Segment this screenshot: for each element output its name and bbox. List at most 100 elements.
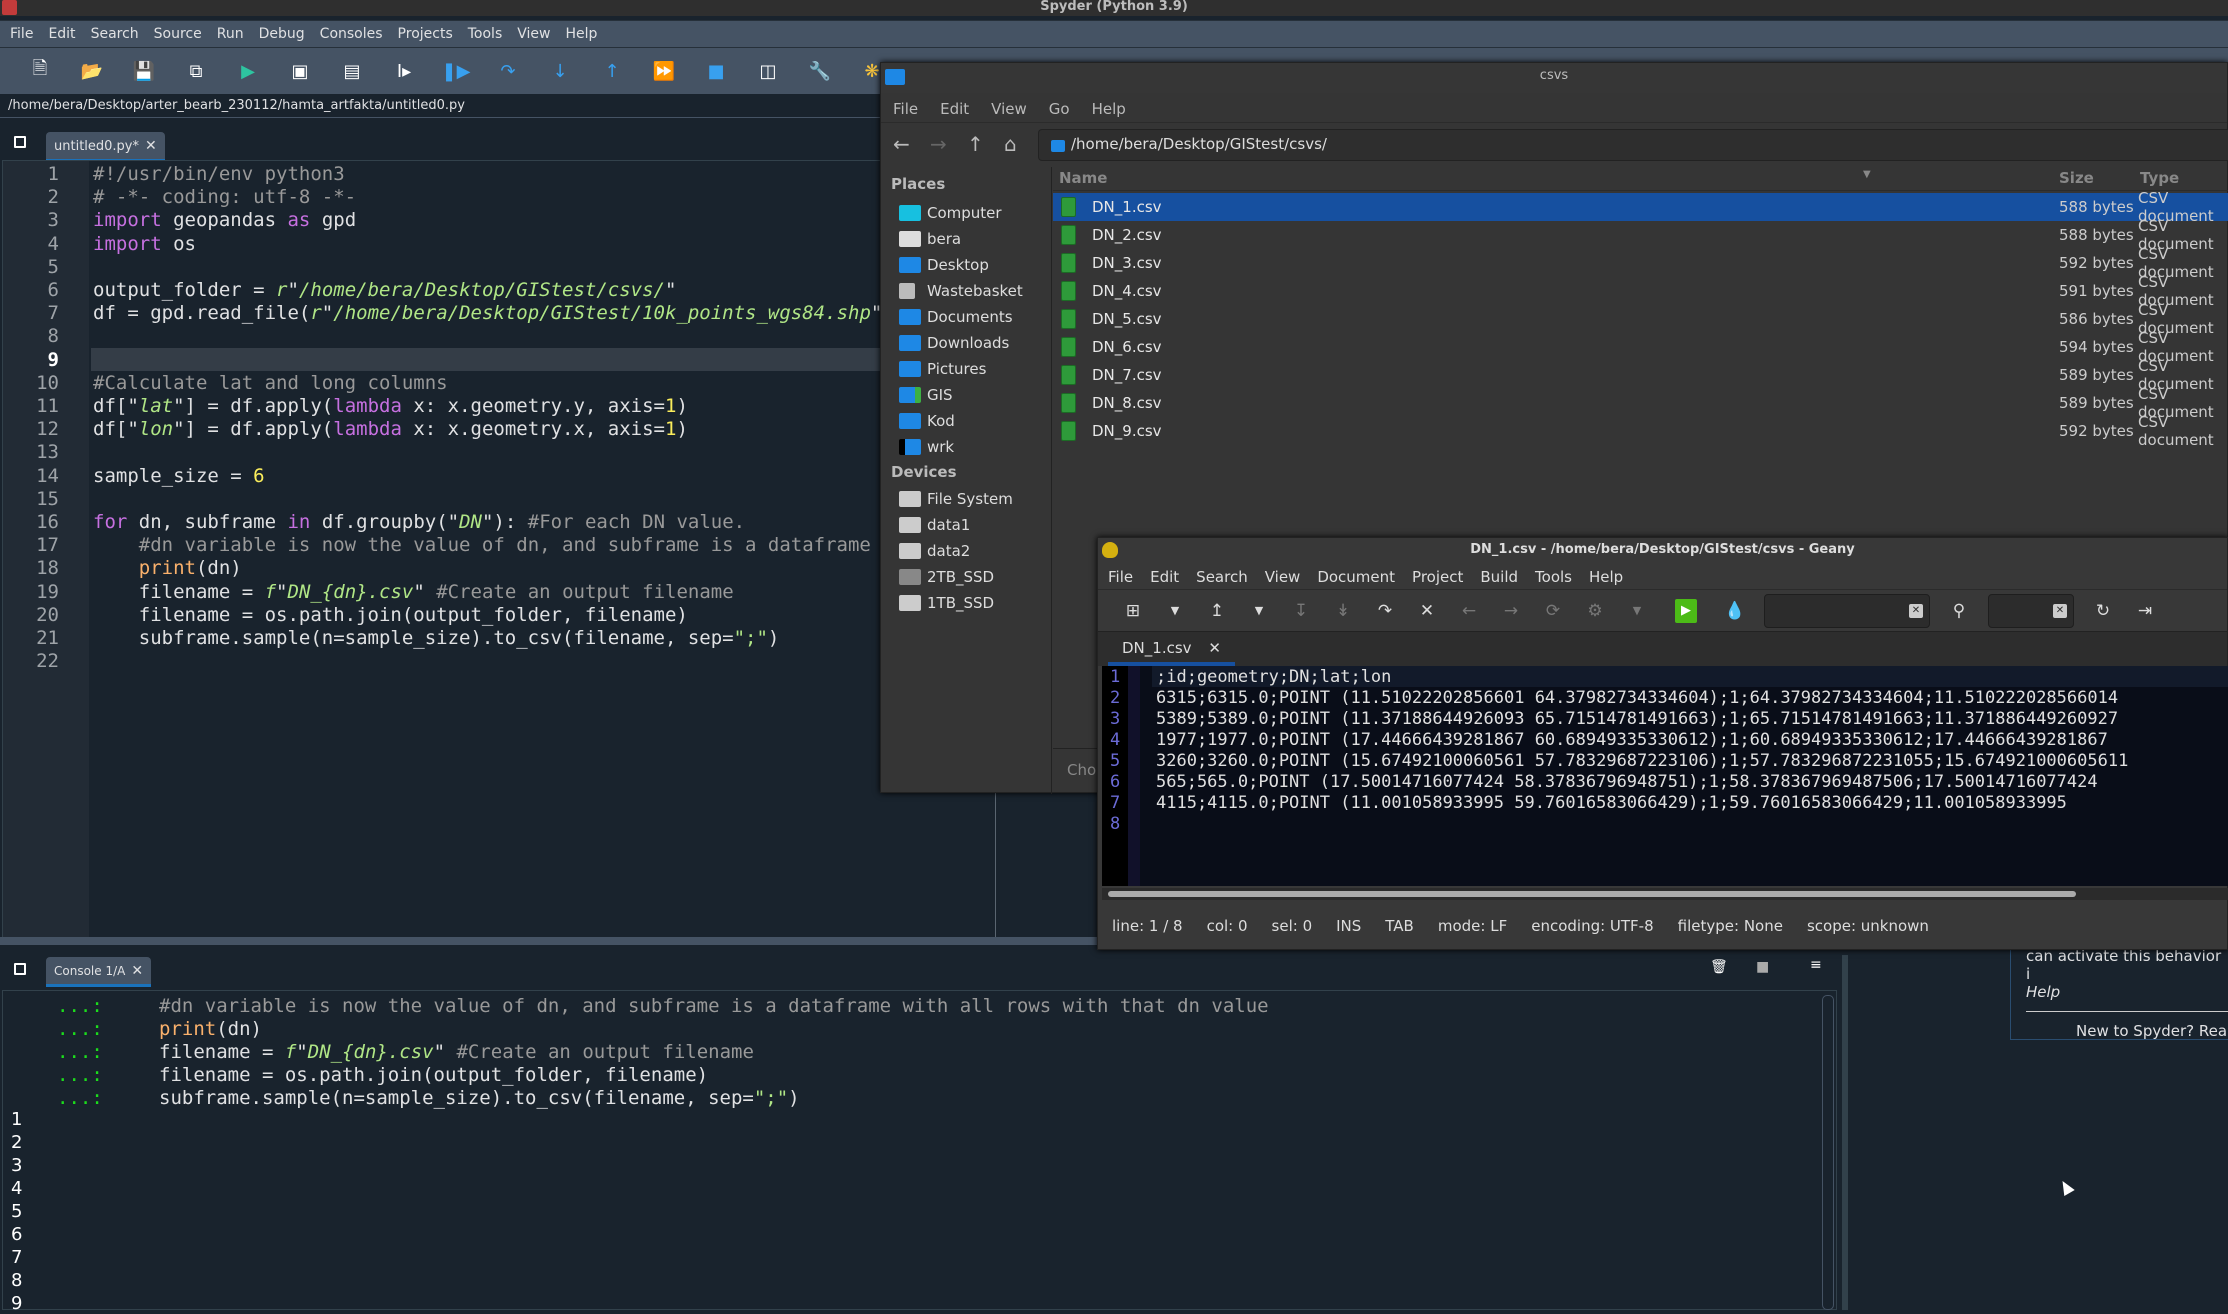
pane-options-icon[interactable] bbox=[14, 136, 26, 148]
code-line[interactable]: import geopandas as gpd bbox=[93, 209, 356, 231]
run-cell-icon[interactable]: ▣ bbox=[274, 56, 326, 86]
menu-edit[interactable]: Edit bbox=[48, 26, 75, 42]
geany-menu-file[interactable]: File bbox=[1108, 568, 1133, 586]
csv-line[interactable]: 565;565.0;POINT (17.50014716077424 58.37… bbox=[1156, 772, 2098, 792]
menu-file[interactable]: File bbox=[10, 26, 33, 42]
new-file-icon[interactable]: 🗎 bbox=[14, 56, 66, 86]
device-file-system[interactable]: File System bbox=[899, 487, 1013, 511]
scrollbar-thumb[interactable] bbox=[1108, 891, 2076, 897]
new-to-spyder-link[interactable]: New to Spyder? Rea bbox=[2026, 1011, 2228, 1040]
file-row[interactable]: DN_1.csv 588 bytes CSV document bbox=[1053, 189, 2228, 225]
place-kod[interactable]: Kod bbox=[899, 409, 955, 433]
menu-run[interactable]: Run bbox=[217, 26, 244, 42]
place-computer[interactable]: Computer bbox=[899, 201, 1002, 225]
step-into-icon[interactable]: ↓ bbox=[534, 56, 586, 86]
home-icon[interactable]: ⌂ bbox=[1004, 132, 1041, 156]
menu-tools[interactable]: Tools bbox=[468, 26, 503, 42]
menu-source[interactable]: Source bbox=[154, 26, 202, 42]
fm-menu-help[interactable]: Help bbox=[1092, 100, 1126, 118]
stop-icon[interactable]: ■ bbox=[690, 56, 742, 86]
save-icon[interactable]: ↧ bbox=[1280, 601, 1322, 621]
tab-untitled0[interactable]: untitled0.py* ✕ bbox=[46, 132, 165, 162]
close-file-icon[interactable]: ✕ bbox=[1406, 601, 1448, 621]
step-return-icon[interactable]: ↑ bbox=[586, 56, 638, 86]
device-2tb-ssd[interactable]: 2TB_SSD bbox=[899, 565, 994, 589]
device-1tb-ssd[interactable]: 1TB_SSD bbox=[899, 591, 994, 615]
geany-menu-edit[interactable]: Edit bbox=[1150, 568, 1179, 586]
nav-back-icon[interactable]: ← bbox=[1448, 601, 1490, 621]
geany-menu-search[interactable]: Search bbox=[1196, 568, 1248, 586]
code-line[interactable]: #!/usr/bin/env python3 bbox=[93, 163, 345, 185]
compile-icon[interactable]: ⟳ bbox=[1532, 601, 1574, 621]
new-file-icon[interactable]: ⊞ bbox=[1112, 601, 1154, 621]
quit-icon[interactable]: ⇥ bbox=[2124, 601, 2166, 621]
place-wrk[interactable]: wrk bbox=[899, 435, 954, 459]
file-row[interactable]: DN_4.csv 591 bytes CSV document bbox=[1053, 273, 2228, 309]
right-pane-splitter[interactable] bbox=[1842, 955, 1848, 1310]
csv-line[interactable]: 4115;4115.0;POINT (11.001058933995 59.76… bbox=[1156, 793, 2067, 813]
color-chooser-icon[interactable]: 💧 bbox=[1714, 601, 1756, 621]
run-icon[interactable]: ▶ bbox=[222, 56, 274, 86]
geany-menu-build[interactable]: Build bbox=[1480, 568, 1518, 586]
csv-line[interactable]: 6315;6315.0;POINT (11.51022202856601 64.… bbox=[1156, 688, 2118, 708]
clear-search-icon[interactable]: ✕ bbox=[1909, 603, 1923, 618]
debug-icon[interactable]: ❚▶ bbox=[430, 56, 482, 86]
place-gis[interactable]: GIS bbox=[899, 383, 953, 407]
csv-line[interactable]: 3260;3260.0;POINT (15.67492100060561 57.… bbox=[1156, 751, 2128, 771]
device-data1[interactable]: data1 bbox=[899, 513, 970, 537]
file-row[interactable]: DN_8.csv 589 bytes CSV document bbox=[1053, 385, 2228, 421]
place-wastebasket[interactable]: Wastebasket bbox=[899, 279, 1023, 303]
menu-projects[interactable]: Projects bbox=[398, 26, 453, 42]
clear-goto-icon[interactable]: ✕ bbox=[2053, 603, 2067, 618]
place-bera[interactable]: bera bbox=[899, 227, 961, 251]
file-row[interactable]: DN_6.csv 594 bytes CSV document bbox=[1053, 329, 2228, 365]
execute-icon[interactable]: ▶ bbox=[1675, 598, 1697, 623]
open-icon[interactable]: ↥ bbox=[1196, 601, 1238, 621]
interrupt-kernel-icon[interactable]: ■ bbox=[1756, 959, 1769, 975]
column-name[interactable]: Name bbox=[1059, 169, 1107, 187]
maximize-pane-icon[interactable]: ◫ bbox=[742, 56, 794, 86]
place-pictures[interactable]: Pictures bbox=[899, 357, 986, 381]
column-size[interactable]: Size bbox=[2059, 169, 2094, 187]
close-console-icon[interactable]: ✕ bbox=[131, 963, 143, 979]
place-documents[interactable]: Documents bbox=[899, 305, 1013, 329]
wrench-icon[interactable]: 🔧 bbox=[794, 56, 846, 86]
horizontal-scrollbar[interactable] bbox=[1102, 888, 2228, 900]
step-over-icon[interactable]: ↷ bbox=[482, 56, 534, 86]
geany-editor[interactable]: 12345678 ;id;geometry;DN;lat;lon 6315;631… bbox=[1102, 666, 2228, 886]
code-line[interactable]: subframe.sample(n=sample_size).to_csv(fi… bbox=[93, 627, 780, 649]
goto-line-icon[interactable]: ↻ bbox=[2082, 601, 2124, 621]
run-selection-icon[interactable]: I▸ bbox=[378, 56, 430, 86]
code-line[interactable]: df = gpd.read_file(r"/home/bera/Desktop/… bbox=[93, 302, 894, 324]
file-row[interactable]: DN_3.csv 592 bytes CSV document bbox=[1053, 245, 2228, 281]
menu-view[interactable]: View bbox=[517, 26, 550, 42]
ipython-console[interactable]: ...: #dn variable is now the value of dn,… bbox=[2, 990, 1837, 1314]
file-row[interactable]: DN_5.csv 586 bytes CSV document bbox=[1053, 301, 2228, 337]
fm-menu-file[interactable]: File bbox=[893, 100, 918, 118]
code-line[interactable]: filename = os.path.join(output_folder, f… bbox=[93, 604, 688, 626]
goto-line-input[interactable]: ✕ bbox=[1988, 593, 2074, 628]
code-line[interactable]: # -*- coding: utf-8 -*- bbox=[93, 186, 356, 208]
geany-menu-tools[interactable]: Tools bbox=[1535, 568, 1572, 586]
help-link[interactable]: Help bbox=[2026, 983, 2228, 1001]
location-bar[interactable]: /home/bera/Desktop/GIStest/csvs/ bbox=[1038, 129, 2228, 161]
clear-console-icon[interactable]: 🗑 bbox=[1710, 959, 1728, 975]
back-arrow-icon[interactable]: ← bbox=[893, 132, 930, 156]
place-desktop[interactable]: Desktop bbox=[899, 253, 989, 277]
tab-dn-1-csv[interactable]: DN_1.csv ✕ bbox=[1108, 632, 1235, 666]
console-scrollbar[interactable] bbox=[1822, 995, 1834, 1310]
continue-icon[interactable]: ⏩ bbox=[638, 56, 690, 86]
menu-search[interactable]: Search bbox=[91, 26, 139, 42]
geany-menu-document[interactable]: Document bbox=[1317, 568, 1395, 586]
code-line[interactable]: df["lon"] = df.apply(lambda x: x.geometr… bbox=[93, 418, 688, 440]
csv-line[interactable]: ;id;geometry;DN;lat;lon bbox=[1156, 667, 1391, 687]
build-dropdown-icon[interactable]: ▼ bbox=[1616, 604, 1658, 617]
save-file-icon[interactable]: 💾 bbox=[118, 56, 170, 86]
save-all-icon[interactable]: ↡ bbox=[1322, 601, 1364, 621]
code-editor[interactable]: 1 2 3 4 5 6 7 8 9 10 11 12 13 14 15 16 17 18 19 20 21 22 #!/u… bbox=[2, 160, 894, 940]
menu-help[interactable]: Help bbox=[565, 26, 597, 42]
file-row[interactable]: DN_7.csv 589 bytes CSV document bbox=[1053, 357, 2228, 393]
pane-splitter[interactable] bbox=[0, 937, 1100, 945]
fm-menu-edit[interactable]: Edit bbox=[940, 100, 969, 118]
code-line[interactable]: for dn, subframe in df.groupby("DN"): #F… bbox=[93, 511, 745, 533]
